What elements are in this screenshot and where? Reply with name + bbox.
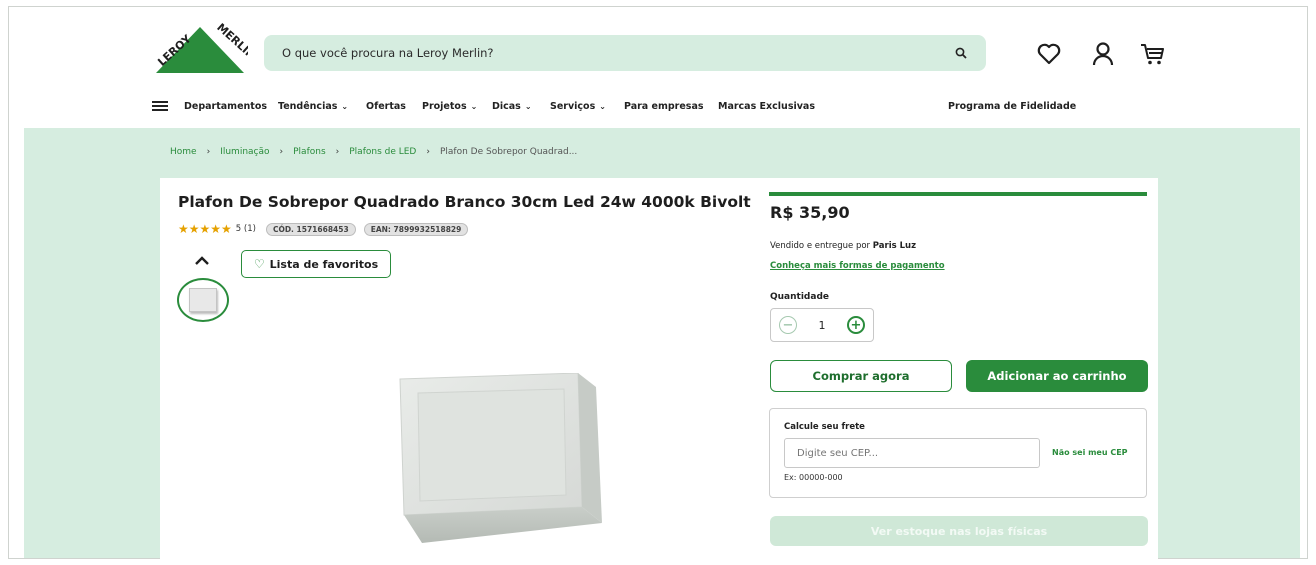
seller-prefix: Vendido e entregue por <box>770 241 873 251</box>
price-divider <box>769 192 1147 196</box>
dont-know-cep-link[interactable]: Não sei meu CEP <box>1052 448 1128 457</box>
product-meta: ★★★★★ 5 (1) CÓD. 1571668453 EAN: 7899932… <box>178 222 469 236</box>
nav-programa-fidelidade[interactable]: Programa de Fidelidade <box>948 101 1076 112</box>
menu-icon[interactable] <box>152 99 168 113</box>
nav-projetos[interactable]: Projetos ⌄ <box>422 101 477 112</box>
product-thumbnail[interactable] <box>177 278 229 322</box>
chevron-down-icon: ⌄ <box>470 102 478 111</box>
nav-marcas-exclusivas[interactable]: Marcas Exclusivas <box>718 101 815 112</box>
payment-options-link[interactable]: Conheça mais formas de pagamento <box>770 261 945 271</box>
minus-icon[interactable]: − <box>779 316 797 334</box>
chevron-down-icon: ⌄ <box>599 102 606 111</box>
buy-now-button[interactable]: Comprar agora <box>770 360 952 392</box>
cep-input[interactable] <box>784 438 1040 468</box>
breadcrumb-plafons[interactable]: Plafons <box>293 147 326 157</box>
leroy-merlin-logo[interactable]: LEROY MERLIN <box>150 15 248 77</box>
user-icon[interactable] <box>1090 41 1116 67</box>
breadcrumb-plafons-led[interactable]: Plafons de LED <box>349 147 416 157</box>
chevron-down-icon: ⌄ <box>524 102 532 111</box>
nav-ofertas[interactable]: Ofertas <box>366 101 406 112</box>
product-code-badge: CÓD. 1571668453 <box>265 222 356 236</box>
store-stock-label: Ver estoque nas lojas físicas <box>870 524 1048 538</box>
nav-tendencias[interactable]: Tendências ⌄ <box>278 101 348 112</box>
quantity-label: Quantidade <box>770 292 829 302</box>
nav-dicas[interactable]: Dicas ⌄ <box>492 101 532 112</box>
nav-servicos[interactable]: Serviços ⌄ <box>550 101 606 112</box>
cart-icon[interactable] <box>1140 41 1166 67</box>
search-bar[interactable]: O que você procura na Leroy Merlin? <box>264 35 986 71</box>
favorites-label: Lista de favoritos <box>269 257 379 271</box>
quantity-value[interactable]: 1 <box>819 319 826 332</box>
chevron-right-icon: › <box>206 147 211 157</box>
heart-icon[interactable] <box>1036 41 1062 67</box>
cep-example: Ex: 00000-000 <box>784 473 843 482</box>
seller-info: Vendido e entregue por Paris Luz <box>770 241 916 251</box>
freight-calculator: Calcule seu frete Não sei meu CEP Ex: 00… <box>769 408 1147 498</box>
freight-title: Calcule seu frete <box>784 422 865 432</box>
plus-icon[interactable]: + <box>847 316 865 334</box>
add-to-cart-button[interactable]: Adicionar ao carrinho <box>966 360 1148 392</box>
product-price: R$ 35,90 <box>770 203 850 222</box>
search-input[interactable]: O que você procura na Leroy Merlin? <box>282 46 950 60</box>
heart-icon: ♡ <box>253 257 265 271</box>
breadcrumb-current: Plafon De Sobrepor Quadrad... <box>439 147 578 157</box>
main-nav: Departamentos Tendências ⌄ Ofertas Projet… <box>152 98 1152 120</box>
chevron-right-icon: › <box>279 147 284 157</box>
star-rating-icon[interactable]: ★★★★★ <box>178 222 232 236</box>
product-image[interactable] <box>396 373 604 545</box>
chevron-down-icon: ⌄ <box>341 102 349 111</box>
search-icon[interactable] <box>950 42 972 64</box>
thumbnail-image <box>189 288 217 312</box>
nav-departments[interactable]: Departamentos <box>184 101 267 112</box>
rating-count[interactable]: 5 (1) <box>236 224 256 234</box>
product-title: Plafon De Sobrepor Quadrado Branco 30cm … <box>178 193 751 211</box>
store-stock-button[interactable]: Ver estoque nas lojas físicas <box>770 516 1148 546</box>
add-to-favorites-button[interactable]: ♡ Lista de favoritos <box>241 250 391 278</box>
chevron-up-icon[interactable] <box>192 253 212 267</box>
breadcrumb-iluminacao[interactable]: Iluminação <box>220 147 269 157</box>
seller-name[interactable]: Paris Luz <box>873 241 916 251</box>
breadcrumb: Home › Iluminação › Plafons › Plafons de… <box>170 147 577 157</box>
chevron-right-icon: › <box>426 147 430 157</box>
breadcrumb-home[interactable]: Home <box>170 147 197 157</box>
chevron-right-icon: › <box>335 147 340 157</box>
nav-para-empresas[interactable]: Para empresas <box>624 101 704 112</box>
quantity-stepper: − 1 + <box>770 308 874 342</box>
ean-badge: EAN: 7899932518829 <box>363 222 469 236</box>
